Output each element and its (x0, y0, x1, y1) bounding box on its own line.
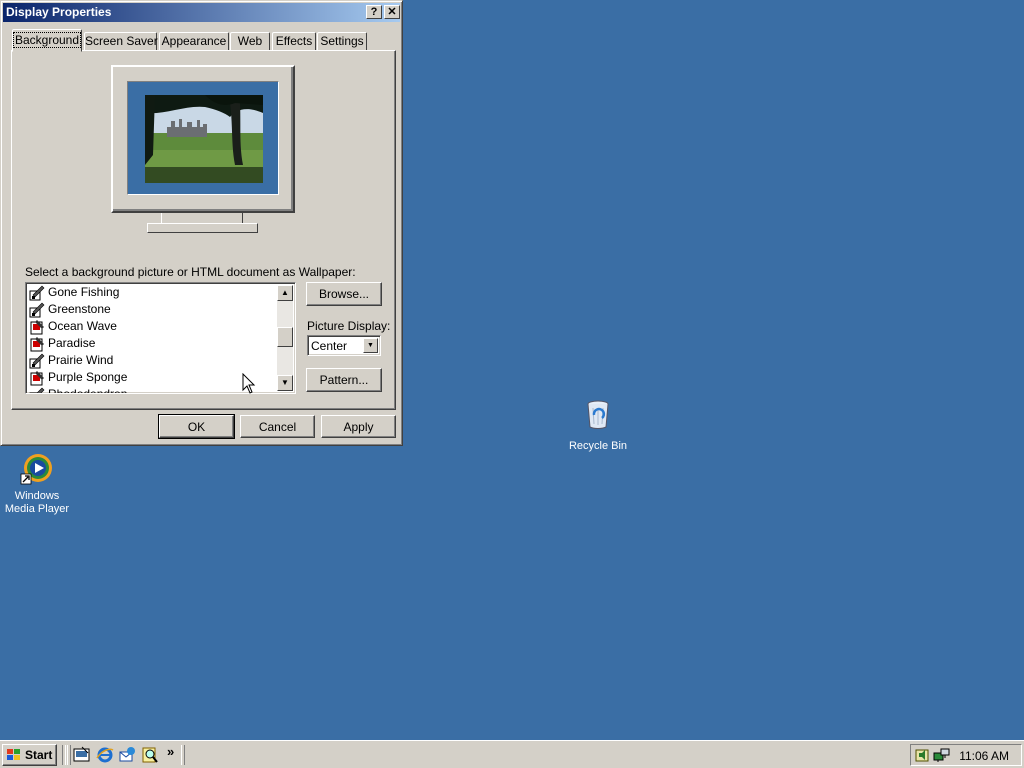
close-button[interactable]: ✕ (384, 5, 400, 19)
apply-button[interactable]: Apply (321, 415, 396, 438)
tab-appearance[interactable]: Appearance (159, 32, 229, 51)
desktop: { "window": { "title": "Display Properti… (0, 0, 1024, 768)
ok-button[interactable]: OK (158, 414, 235, 439)
show-desktop-icon[interactable] (73, 746, 91, 764)
taskbar-clock[interactable]: 11:06 AM (959, 749, 1009, 763)
quick-launch-more-chevron[interactable]: » (167, 744, 174, 759)
recycle-bin-label: Recycle Bin (568, 440, 628, 452)
outlook-express-icon[interactable] (118, 746, 136, 764)
window-title: Display Properties (6, 5, 112, 19)
tab-panel (11, 50, 396, 410)
cancel-button[interactable]: Cancel (240, 415, 315, 438)
tab-effects[interactable]: Effects (272, 32, 316, 51)
tab-background[interactable]: Background (12, 29, 82, 52)
tab-settings[interactable]: Settings (317, 32, 367, 51)
recycle-bin-icon (587, 400, 609, 429)
media-player-icon (20, 454, 52, 485)
system-tray: 11:06 AM (910, 744, 1022, 766)
tab-screen-saver[interactable]: Screen Saver (84, 32, 158, 51)
start-button[interactable]: Start (2, 744, 57, 766)
start-label: Start (25, 748, 53, 762)
taskbar: Start » 11:06 AM (0, 740, 1024, 768)
tab-web[interactable]: Web (230, 32, 270, 51)
search-results-icon[interactable] (141, 746, 159, 764)
internet-explorer-icon[interactable] (96, 746, 114, 764)
help-button[interactable]: ? (366, 5, 382, 19)
taskbar-separator (62, 745, 66, 765)
display-properties-dialog: Display Properties ? ✕ Background Screen… (0, 0, 403, 446)
quick-launch-grip[interactable] (67, 745, 71, 765)
network-connection-icon[interactable] (933, 747, 951, 763)
title-bar[interactable]: Display Properties ? ✕ (3, 3, 400, 22)
media-player-label-line2: Media Player (4, 503, 70, 515)
tab-label: Background (12, 32, 82, 48)
recycle-bin-shortcut[interactable]: Recycle Bin (566, 398, 630, 453)
windows-logo-icon (7, 749, 20, 760)
windows-media-player-shortcut[interactable]: Windows Media Player (4, 452, 70, 516)
volume-control-icon[interactable] (915, 747, 931, 763)
taskbar-grip[interactable] (181, 745, 185, 765)
media-player-label-line1: Windows (14, 490, 60, 502)
